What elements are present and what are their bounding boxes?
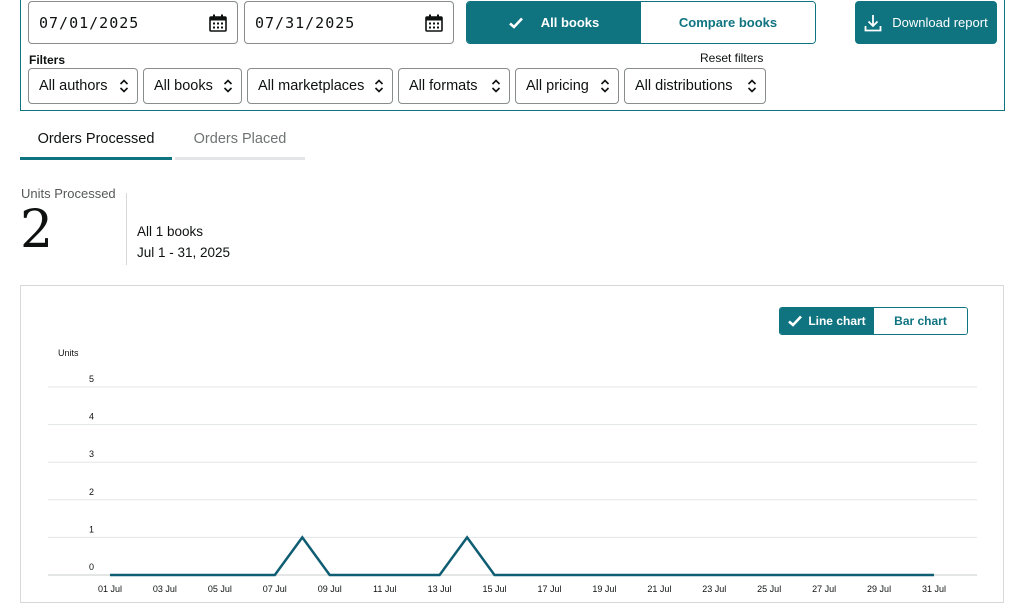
y-tick-label: 2 bbox=[89, 487, 94, 497]
x-tick-label: 09 Jul bbox=[318, 584, 342, 594]
checkmark-icon bbox=[788, 315, 803, 327]
y-axis-title: Units bbox=[58, 348, 79, 358]
x-tick-label: 27 Jul bbox=[812, 584, 836, 594]
chart-type-toggle: Line chart Bar chart bbox=[779, 307, 968, 335]
x-tick-label: 01 Jul bbox=[98, 584, 122, 594]
x-tick-label: 19 Jul bbox=[592, 584, 616, 594]
series-line bbox=[110, 535, 934, 577]
x-tick-label: 25 Jul bbox=[757, 584, 781, 594]
y-tick-label: 3 bbox=[89, 449, 94, 459]
line-chart-label: Line chart bbox=[808, 314, 866, 328]
x-tick-label: 17 Jul bbox=[537, 584, 561, 594]
units-line-chart: Units 0 1 2 3 4 5 01 Jul 03 Jul 05 Jul 07 Jul 09 Ju… bbox=[48, 348, 977, 594]
x-tick-label: 31 Jul bbox=[922, 584, 946, 594]
x-tick-label: 21 Jul bbox=[647, 584, 671, 594]
x-tick-label: 15 Jul bbox=[483, 584, 507, 594]
x-tick-label: 23 Jul bbox=[702, 584, 726, 594]
x-tick-label: 03 Jul bbox=[153, 584, 177, 594]
y-tick-label: 0 bbox=[89, 562, 94, 572]
bar-chart-label: Bar chart bbox=[894, 314, 947, 328]
x-tick-label: 11 Jul bbox=[373, 584, 396, 594]
y-tick-label: 4 bbox=[89, 412, 94, 422]
x-tick-label: 07 Jul bbox=[263, 584, 287, 594]
bar-chart-option[interactable]: Bar chart bbox=[874, 308, 967, 334]
x-tick-label: 05 Jul bbox=[208, 584, 232, 594]
x-tick-label: 29 Jul bbox=[867, 584, 891, 594]
y-tick-label: 1 bbox=[89, 524, 94, 534]
x-tick-label: 13 Jul bbox=[428, 584, 452, 594]
y-tick-label: 5 bbox=[89, 374, 94, 384]
line-chart-option[interactable]: Line chart bbox=[780, 308, 874, 334]
